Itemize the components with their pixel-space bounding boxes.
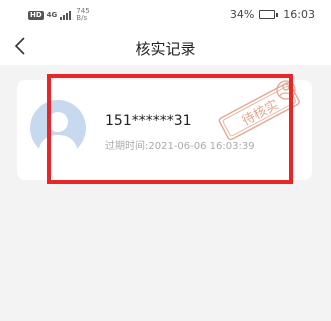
network-type: 4G <box>46 11 58 19</box>
status-bar: HD 4G 745 B/s 34% 16:03 <box>0 0 331 30</box>
battery-percent: 34% <box>229 8 255 21</box>
network-speed: 745 B/s <box>76 8 89 22</box>
page-title: 核实记录 <box>135 40 196 58</box>
battery-icon <box>259 10 279 19</box>
highlight-annotation <box>47 74 293 184</box>
signal-icon <box>60 10 72 20</box>
status-right: 34% 16:03 <box>230 8 315 21</box>
clock: 16:03 <box>283 8 315 21</box>
hd-badge: HD <box>28 10 44 20</box>
speed-unit: B/s <box>76 14 88 22</box>
navigation-bar: 核实记录 <box>0 30 331 65</box>
status-left: HD 4G 745 B/s <box>28 8 90 22</box>
